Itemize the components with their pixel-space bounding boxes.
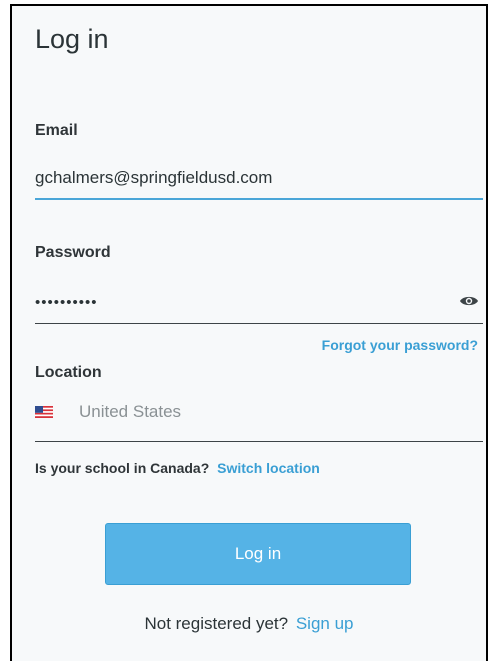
location-underline (35, 441, 483, 442)
eye-icon[interactable] (459, 294, 479, 308)
register-row: Not registered yet? Sign up (12, 614, 486, 634)
forgot-password-link[interactable]: Forgot your password? (322, 337, 478, 353)
email-label: Email (35, 122, 78, 139)
us-flag-icon (35, 406, 53, 418)
location-label: Location (35, 364, 102, 381)
password-underline (35, 323, 483, 324)
canada-row: Is your school in Canada? Switch locatio… (35, 460, 320, 476)
register-prompt: Not registered yet? (144, 614, 289, 633)
password-field-wrapper (35, 284, 483, 324)
email-field-wrapper (35, 160, 483, 200)
password-field[interactable] (35, 284, 483, 320)
email-underline (35, 198, 483, 200)
location-select[interactable]: United States (35, 400, 483, 442)
password-label: Password (35, 244, 111, 261)
email-field[interactable] (35, 160, 483, 196)
switch-location-link[interactable]: Switch location (217, 460, 320, 476)
canada-prompt: Is your school in Canada? (35, 460, 210, 476)
page-title: Log in (35, 24, 109, 54)
location-value: United States (79, 402, 182, 421)
signup-link[interactable]: Sign up (296, 614, 354, 633)
login-button[interactable]: Log in (105, 523, 411, 585)
login-panel: Log in Email Password Forgot your passwo… (10, 4, 488, 661)
